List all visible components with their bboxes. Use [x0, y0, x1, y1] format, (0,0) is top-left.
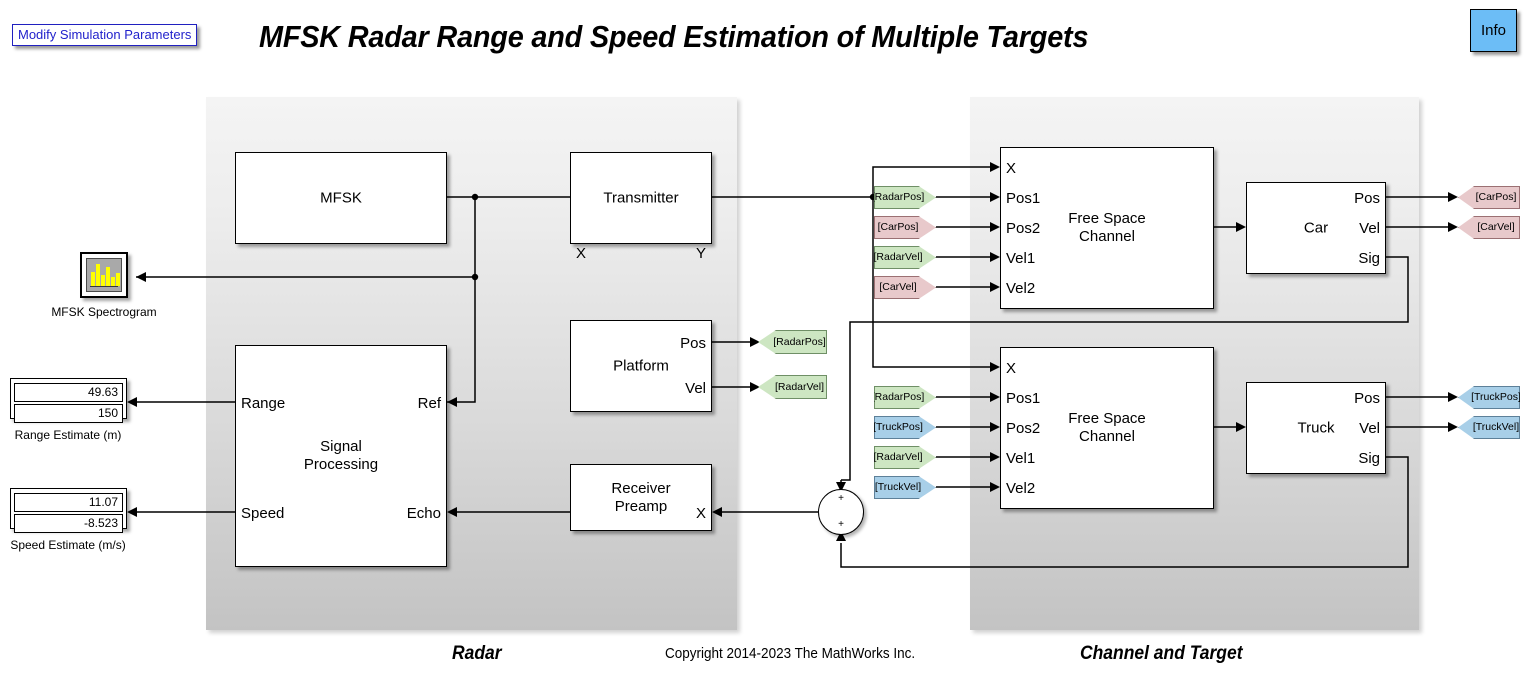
mfsk-spectrogram-label: MFSK Spectrogram — [51, 305, 157, 319]
goto-tag-carvel[interactable]: [CarVel] — [1458, 216, 1520, 239]
goto-tag-carpos[interactable]: [CarPos] — [1458, 186, 1520, 209]
range-estimate-label: Range Estimate (m) — [14, 428, 122, 442]
from-tag-radarpos-truck[interactable]: [RadarPos] — [874, 386, 936, 409]
truck-output-port-pos: Pos — [1354, 390, 1380, 407]
free-space-channel-car-label: Free Space Channel — [1001, 210, 1213, 246]
free-space-channel-truck-label: Free Space Channel — [1001, 410, 1213, 446]
goto-tag-radarpos[interactable]: [RadarPos] — [758, 330, 827, 354]
transmitter-block-label: Transmitter — [603, 189, 679, 207]
truck-output-port-sig: Sig — [1358, 450, 1380, 467]
car-channel-input-port-vel2: Vel2 — [1006, 280, 1036, 297]
truck-channel-input-port-pos1: Pos1 — [1006, 390, 1041, 407]
copyright-text: Copyright 2014-2023 The MathWorks Inc. — [665, 645, 916, 662]
from-tag-carvel[interactable]: [CarVel] — [874, 276, 936, 299]
signal-processing-input-port-echo: Echo — [406, 505, 441, 522]
truck-channel-label-line1: Free Space — [1068, 410, 1146, 427]
scope-bar — [91, 272, 95, 286]
truck-channel-input-port-vel1: Vel1 — [1006, 450, 1036, 467]
range-estimate-value-2: 150 — [14, 404, 123, 423]
receiver-preamp-input-port-x: X — [695, 505, 706, 522]
from-tag-carpos[interactable]: [CarPos] — [874, 216, 936, 239]
free-space-channel-truck-block[interactable]: X Pos1 Pos2 Vel1 Vel2 Free Space Channel — [1000, 347, 1214, 509]
from-tag-truckvel[interactable]: [TruckVel] — [874, 476, 936, 499]
signal-processing-output-port-speed: Speed — [241, 505, 285, 522]
mfsk-spectrogram-scope[interactable] — [80, 252, 128, 298]
speed-estimate-value-1: 11.07 — [14, 493, 123, 512]
from-tag-truckpos[interactable]: [TruckPos] — [874, 416, 936, 439]
platform-block[interactable]: Platform Pos Vel — [570, 320, 712, 412]
car-output-port-vel: Vel — [1359, 220, 1380, 237]
car-output-port-sig: Sig — [1358, 250, 1380, 267]
page-title: MFSK Radar Range and Speed Estimation of… — [259, 19, 1089, 54]
signal-processing-block-label: Signal Processing — [236, 438, 446, 474]
scope-axis — [90, 285, 118, 287]
mfsk-block-label: MFSK — [320, 189, 362, 207]
sum-sign-bottom: + — [838, 519, 844, 530]
free-space-channel-car-block[interactable]: X Pos1 Pos2 Vel1 Vel2 Free Space Channel — [1000, 147, 1214, 309]
truck-block[interactable]: Truck Pos Vel Sig — [1246, 382, 1386, 474]
platform-output-port-vel: Vel — [685, 380, 706, 397]
sum-junction[interactable]: + + — [818, 489, 864, 535]
signal-processing-block[interactable]: Range Ref Signal Processing Speed Echo — [235, 345, 447, 567]
car-channel-input-port-vel1: Vel1 — [1006, 250, 1036, 267]
scope-bar — [101, 275, 105, 286]
channel-target-caption: Channel and Target — [1080, 643, 1243, 664]
signal-processing-output-port-range: Range — [241, 395, 286, 412]
receiver-preamp-label-line2: Preamp — [614, 497, 668, 515]
range-estimate-display[interactable]: 49.63 150 — [10, 378, 127, 423]
car-output-port-pos: Pos — [1354, 190, 1380, 207]
platform-block-label: Platform — [613, 357, 669, 375]
info-button[interactable]: Info — [1470, 9, 1517, 52]
from-tag-radarvel-car[interactable]: [RadarVel] — [874, 246, 936, 269]
simulink-canvas: Modify Simulation Parameters MFSK Radar … — [0, 0, 1527, 681]
signal-processing-label-line2: Processing — [303, 456, 379, 473]
transmitter-block[interactable]: X Transmitter Y — [570, 152, 712, 261]
scope-bar — [96, 264, 100, 286]
mfsk-block[interactable]: MFSK — [235, 152, 447, 244]
range-estimate-value-1: 49.63 — [14, 383, 123, 402]
transmitter-output-port-y: Y — [695, 245, 706, 262]
receiver-preamp-block[interactable]: Receiver Preamp X — [570, 464, 712, 531]
from-tag-radarvel-truck[interactable]: [RadarVel] — [874, 446, 936, 469]
signal-processing-label-line1: Signal — [320, 438, 362, 455]
signal-processing-input-port-ref: Ref — [417, 395, 441, 412]
truck-output-port-vel: Vel — [1359, 420, 1380, 437]
scope-bar — [106, 267, 110, 286]
modify-simulation-parameters-button[interactable]: Modify Simulation Parameters — [12, 24, 198, 46]
car-channel-label-line2: Channel — [1079, 228, 1135, 245]
speed-estimate-label: Speed Estimate (m/s) — [10, 538, 126, 552]
truck-channel-input-port-x: X — [1006, 360, 1017, 377]
sum-sign-top: + — [838, 493, 844, 504]
platform-output-port-pos: Pos — [680, 335, 706, 352]
scope-screen — [86, 258, 122, 292]
speed-estimate-display[interactable]: 11.07 -8.523 — [10, 488, 127, 533]
goto-tag-radarvel[interactable]: [RadarVel] — [758, 375, 827, 399]
receiver-preamp-block-label: Receiver Preamp — [571, 480, 711, 516]
scope-bar — [116, 273, 120, 286]
receiver-preamp-label-line1: Receiver — [611, 479, 671, 497]
transmitter-input-port-x: X — [576, 245, 587, 262]
car-channel-input-port-pos1: Pos1 — [1006, 190, 1041, 207]
goto-tag-truckvel[interactable]: [TruckVel] — [1458, 416, 1520, 439]
truck-channel-label-line2: Channel — [1079, 428, 1135, 445]
goto-tag-truckpos[interactable]: [TruckPos] — [1458, 386, 1520, 409]
car-channel-input-port-x: X — [1006, 160, 1017, 177]
truck-channel-input-port-vel2: Vel2 — [1006, 480, 1036, 497]
radar-caption: Radar — [452, 643, 502, 664]
speed-estimate-value-2: -8.523 — [14, 514, 123, 533]
car-block[interactable]: Car Pos Vel Sig — [1246, 182, 1386, 274]
from-tag-radarpos-car[interactable]: [RadarPos] — [874, 186, 936, 209]
car-channel-label-line1: Free Space — [1068, 210, 1146, 227]
